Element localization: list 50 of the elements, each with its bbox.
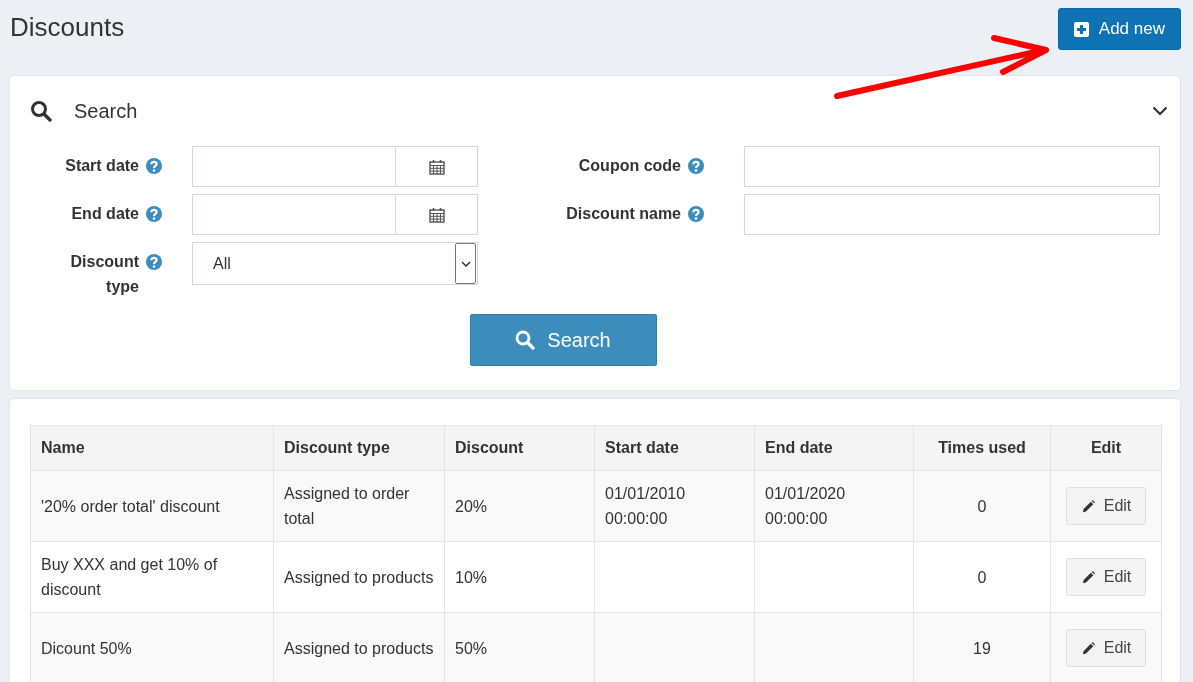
- help-icon: [146, 158, 162, 174]
- search-button[interactable]: Search: [469, 314, 657, 366]
- page-title: Discounts: [10, 12, 125, 43]
- column-header: Name: [30, 425, 274, 471]
- field-label: Coupon code: [578, 156, 681, 176]
- add-new-button[interactable]: Add new: [1057, 8, 1181, 50]
- text-input-field[interactable]: [744, 146, 1160, 187]
- help-icon: [146, 254, 162, 270]
- search-icon: [515, 330, 536, 350]
- column-header: Discount: [444, 425, 595, 471]
- help-icon: [688, 206, 704, 222]
- field-label: Discount name: [566, 204, 681, 224]
- help-icon: [146, 206, 162, 222]
- chevron-down-icon[interactable]: [1152, 106, 1168, 116]
- table-cell: 01/01/2010 00:00:00: [594, 470, 755, 542]
- help-icon: [688, 158, 704, 174]
- field-label: End date: [71, 204, 139, 224]
- column-header: Start date: [594, 425, 755, 471]
- plus-square-icon: [1073, 21, 1089, 37]
- caret-icon: [460, 260, 471, 267]
- edit-button[interactable]: Edit: [1065, 558, 1147, 596]
- calendar-icon: [428, 206, 445, 223]
- edit-button[interactable]: Edit: [1065, 629, 1147, 667]
- table-cell: 0: [913, 541, 1051, 613]
- date-input-field[interactable]: [192, 146, 478, 187]
- pencil-icon: [1080, 640, 1096, 656]
- table-cell: 20%: [444, 470, 595, 542]
- table-cell: Buy XXX and get 10% of discount: [30, 541, 274, 613]
- table-cell: Dicount 50%: [30, 612, 274, 682]
- field-label: Start date: [65, 156, 139, 176]
- column-header: Times used: [913, 425, 1051, 471]
- field-label: Discount type: [69, 252, 139, 297]
- column-header: End date: [754, 425, 914, 471]
- table-cell: '20% order total' discount: [30, 470, 274, 542]
- date-input-field[interactable]: [192, 194, 478, 235]
- pencil-icon: [1080, 498, 1096, 514]
- select-field[interactable]: All: [192, 242, 478, 285]
- table-cell: Assigned to products: [273, 541, 445, 613]
- pencil-icon: [1080, 569, 1096, 585]
- table-cell: 10%: [444, 541, 595, 613]
- text-input-field[interactable]: [744, 194, 1160, 235]
- calendar-icon: [428, 158, 445, 175]
- column-header: Discount type: [273, 425, 445, 471]
- table-cell: Assigned to order total: [273, 470, 445, 542]
- search-icon: [30, 100, 52, 122]
- table-cell: 0: [913, 470, 1051, 542]
- edit-button[interactable]: Edit: [1065, 487, 1147, 525]
- panel-title: Search: [74, 99, 139, 123]
- table-cell: 01/01/2020 00:00:00: [754, 470, 914, 542]
- column-header: Edit: [1050, 425, 1162, 471]
